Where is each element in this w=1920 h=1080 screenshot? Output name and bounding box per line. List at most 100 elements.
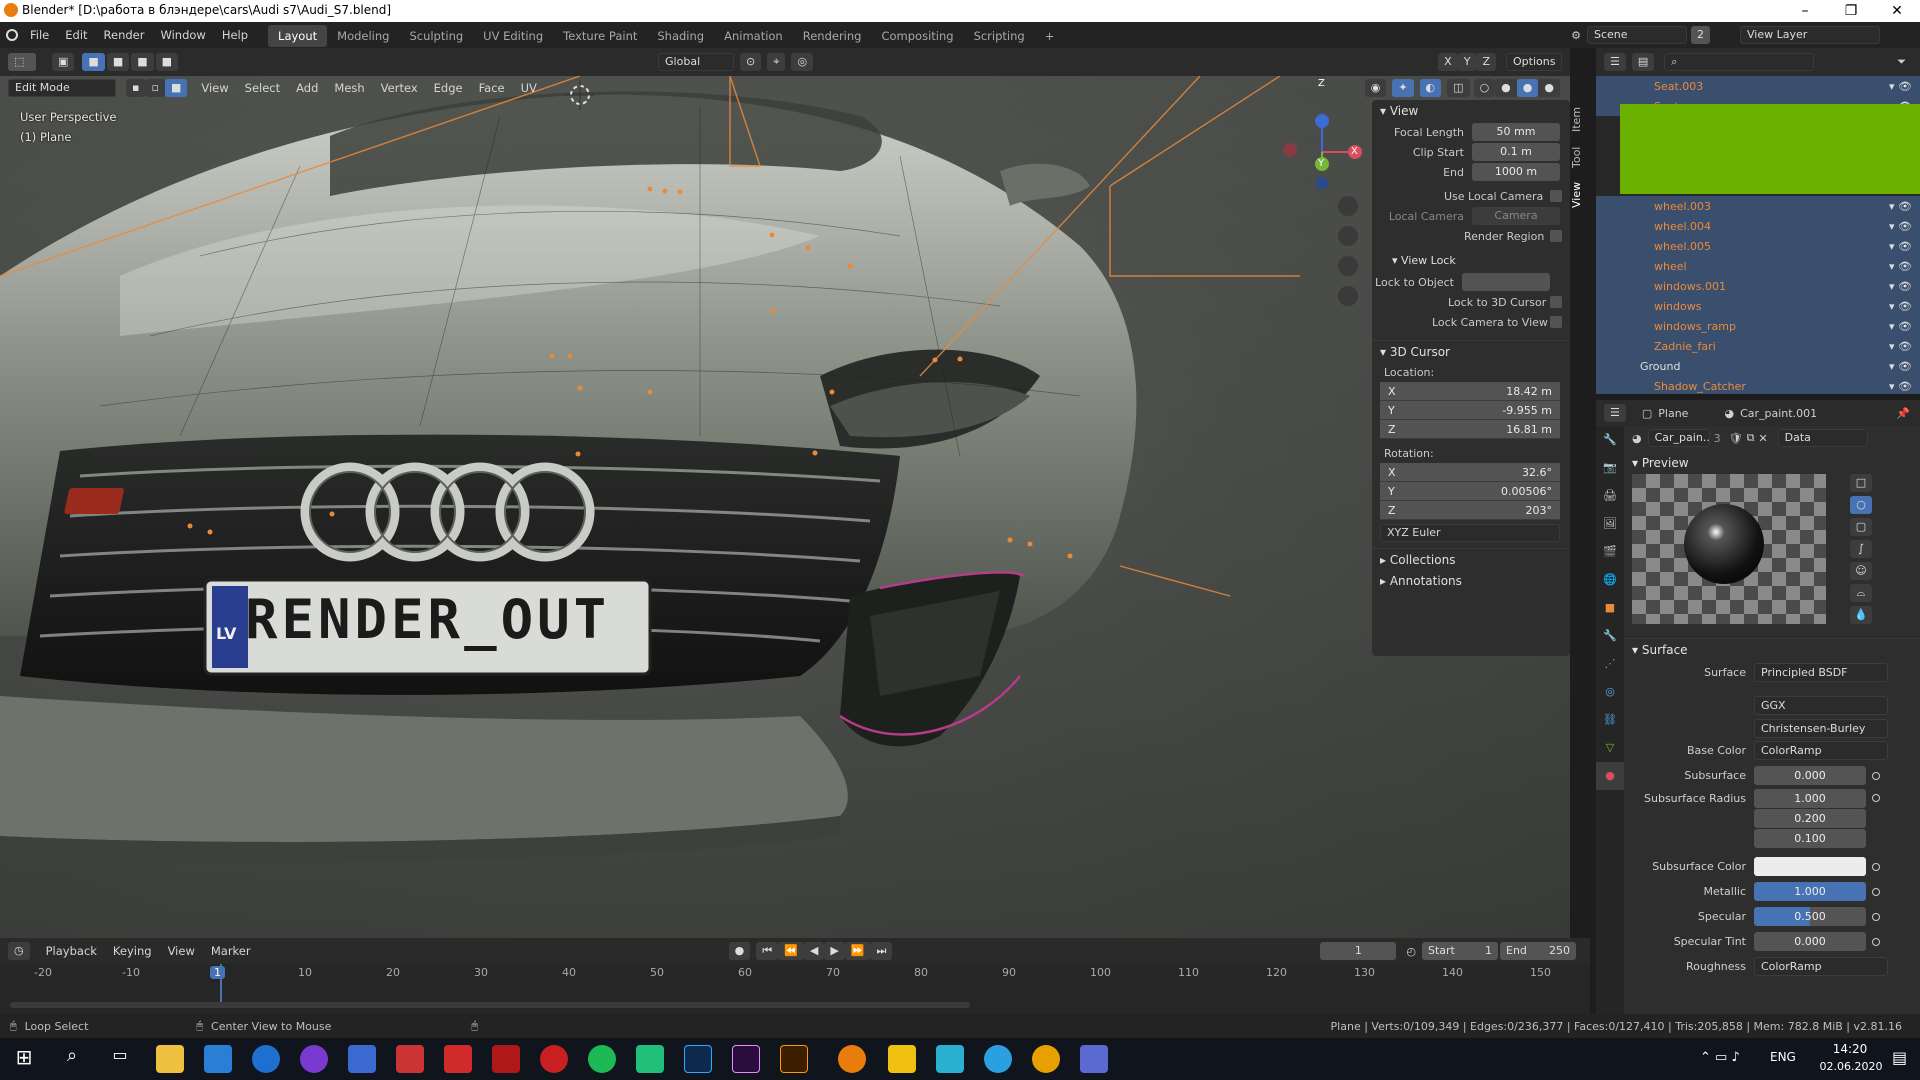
select-mode-invert-icon[interactable]: ■ [155,53,179,71]
vertex-select-icon[interactable]: ▪ [126,79,146,97]
preview-sphere-icon[interactable]: ○ [1850,496,1872,514]
chrome-icon[interactable] [1032,1045,1060,1073]
specular-tint-field[interactable]: 0.000 [1754,932,1866,951]
3d-cursor-header[interactable]: ▾ 3D Cursor [1372,340,1570,362]
timeline-scrollbar[interactable] [10,1002,970,1008]
distribution-drop[interactable]: GGX [1754,696,1888,715]
metallic-slider[interactable]: 1.000 [1754,882,1866,901]
3d-viewport[interactable]: User Perspective (1) Plane RENDER_OUT LV… [0,76,1570,938]
tab-layout[interactable]: Layout [268,25,328,47]
subsurface-color-swatch[interactable] [1754,857,1866,876]
view-lock-header[interactable]: ▾ View Lock [1372,250,1570,272]
app-s-icon[interactable] [492,1045,520,1073]
explorer-icon[interactable] [156,1045,184,1073]
telegram-icon[interactable] [984,1045,1012,1073]
tab-texture-paint[interactable]: Texture Paint [553,25,647,47]
shading-rendered-icon[interactable]: ● [1538,79,1560,97]
outliner-search[interactable]: ⌕ [1664,53,1815,71]
vp-menu-view[interactable]: View [193,75,236,101]
next-key-icon[interactable]: ⏩ [844,942,871,960]
outliner-row[interactable]: wheel ▾ 👁 [1596,256,1920,276]
shading-solid-icon[interactable]: ● [1495,79,1517,97]
base-color-node[interactable]: ColorRamp [1754,741,1888,760]
local-camera-field[interactable]: Camera [1472,207,1560,225]
timeline-menu-view[interactable]: View [160,938,203,964]
illustrator-icon[interactable] [780,1045,808,1073]
tab-shading[interactable]: Shading [647,25,714,47]
properties-type-icon[interactable]: ☰ [1604,404,1626,422]
outliner-row[interactable]: wheel.003 ▾ 👁 [1596,196,1920,216]
object-tab-icon[interactable]: ■ [1596,594,1624,622]
world-tab-icon[interactable]: 🌐 [1596,566,1624,594]
subsurface-field[interactable]: 0.000 [1754,766,1866,785]
menu-edit[interactable]: Edit [57,22,95,48]
app-purple-icon[interactable] [300,1045,328,1073]
lock-object-field[interactable] [1462,273,1550,291]
cursor-location-y[interactable]: Y -9.955 m [1380,401,1560,420]
play-icon[interactable]: ▶ [824,942,845,960]
vp-menu-add[interactable]: Add [288,75,326,101]
rotation-mode-drop[interactable]: XYZ Euler [1380,524,1560,542]
surface-shader-drop[interactable]: Principled BSDF [1754,663,1888,682]
outliner-row[interactable]: windows.001 ▾ 👁 [1596,276,1920,296]
shading-wire-icon[interactable]: ○ [1473,79,1496,97]
preview-fluid-icon[interactable]: 💧 [1850,606,1872,624]
mirror-z-icon[interactable]: Z [1476,53,1496,71]
subsurface-method-drop[interactable]: Christensen-Burley [1754,718,1888,738]
minimize-button[interactable]: – [1782,0,1828,22]
windows-start-icon[interactable]: ⊞ [10,1045,38,1073]
keyboard-language[interactable]: ENG [1770,1050,1796,1064]
tab-sculpting[interactable]: Sculpting [399,25,473,47]
fake-user-icon[interactable]: 🛡 [1729,432,1743,445]
blender-menu-icon[interactable] [0,22,22,48]
options-drop[interactable]: Options [1506,53,1562,71]
timeline-ruler[interactable]: -20 -10 1 10 20 30 40 50 60 70 80 90 100 110 120 130 140… [0,964,1590,1014]
end-frame-field[interactable]: End 250 [1500,942,1576,960]
snap-icon[interactable]: ⌖ [767,53,786,71]
app-red2-icon[interactable] [444,1045,472,1073]
render-region-checkbox[interactable] [1550,230,1562,242]
search-icon[interactable]: ⌕ [58,1045,86,1073]
mail-icon[interactable] [204,1045,232,1073]
edge-icon[interactable] [252,1045,280,1073]
transform-orientation-drop[interactable]: Global [658,53,735,71]
subsurface-radius-x[interactable]: 1.000 [1754,788,1866,808]
vp-menu-face[interactable]: Face [471,75,513,101]
outliner-row[interactable]: windows_ramp ▾ 👁 [1596,316,1920,336]
notification-icon[interactable]: ▤ [1892,1048,1907,1067]
outliner-row[interactable]: windows ▾ 👁 [1596,296,1920,316]
physics-tab-icon[interactable]: ◎ [1596,678,1624,706]
maximize-button[interactable]: ❐ [1828,0,1874,22]
subsurface-radius-y[interactable]: 0.200 [1754,808,1866,828]
pycharm-icon[interactable] [636,1045,664,1073]
tab-rendering[interactable]: Rendering [793,25,872,47]
menu-help[interactable]: Help [214,22,256,48]
outliner-row[interactable]: Zadnie_fari ▾ 👁 [1596,336,1920,356]
play-reverse-icon[interactable]: ◀ [803,942,825,960]
timeline-menu-marker[interactable]: Marker [203,938,259,964]
tray-icons[interactable]: ⌃ ▭ ♪ [1700,1050,1740,1065]
jump-end-icon[interactable]: ⏭ [870,942,893,960]
tab-animation[interactable]: Animation [714,25,793,47]
outliner-row[interactable]: wheel.004 ▾ 👁 [1596,216,1920,236]
particles-tab-icon[interactable]: ⋰ [1596,650,1624,678]
record-icon[interactable]: ● [728,942,751,960]
material-slot-drop[interactable]: Car_pain.. [1647,429,1710,447]
view-layer-selector[interactable]: View Layer [1740,26,1880,44]
photoshop-icon[interactable] [684,1045,712,1073]
preview-header[interactable]: ▾ Preview [1624,452,1920,474]
roughness-node[interactable]: ColorRamp [1754,957,1888,976]
vp-menu-uv[interactable]: UV [513,75,545,101]
duplicate-material-icon[interactable]: ⧉ [1747,431,1755,445]
scene-tab-icon[interactable]: 🎬 [1596,538,1624,566]
menu-render[interactable]: Render [96,22,153,48]
vp-menu-mesh[interactable]: Mesh [326,75,372,101]
tab-compositing[interactable]: Compositing [871,25,963,47]
tab-tool[interactable]: Tool [1570,138,1583,176]
select-mode-extend-icon[interactable]: ■ [106,53,130,71]
add-workspace-icon[interactable]: + [1035,25,1065,47]
cursor-rotation-x[interactable]: X 32.6° [1380,463,1560,482]
xray-icon[interactable]: ◫ [1447,79,1470,97]
timeline-type-icon[interactable]: ◷ [8,942,30,960]
view-section-header[interactable]: ▾ View [1372,100,1570,122]
